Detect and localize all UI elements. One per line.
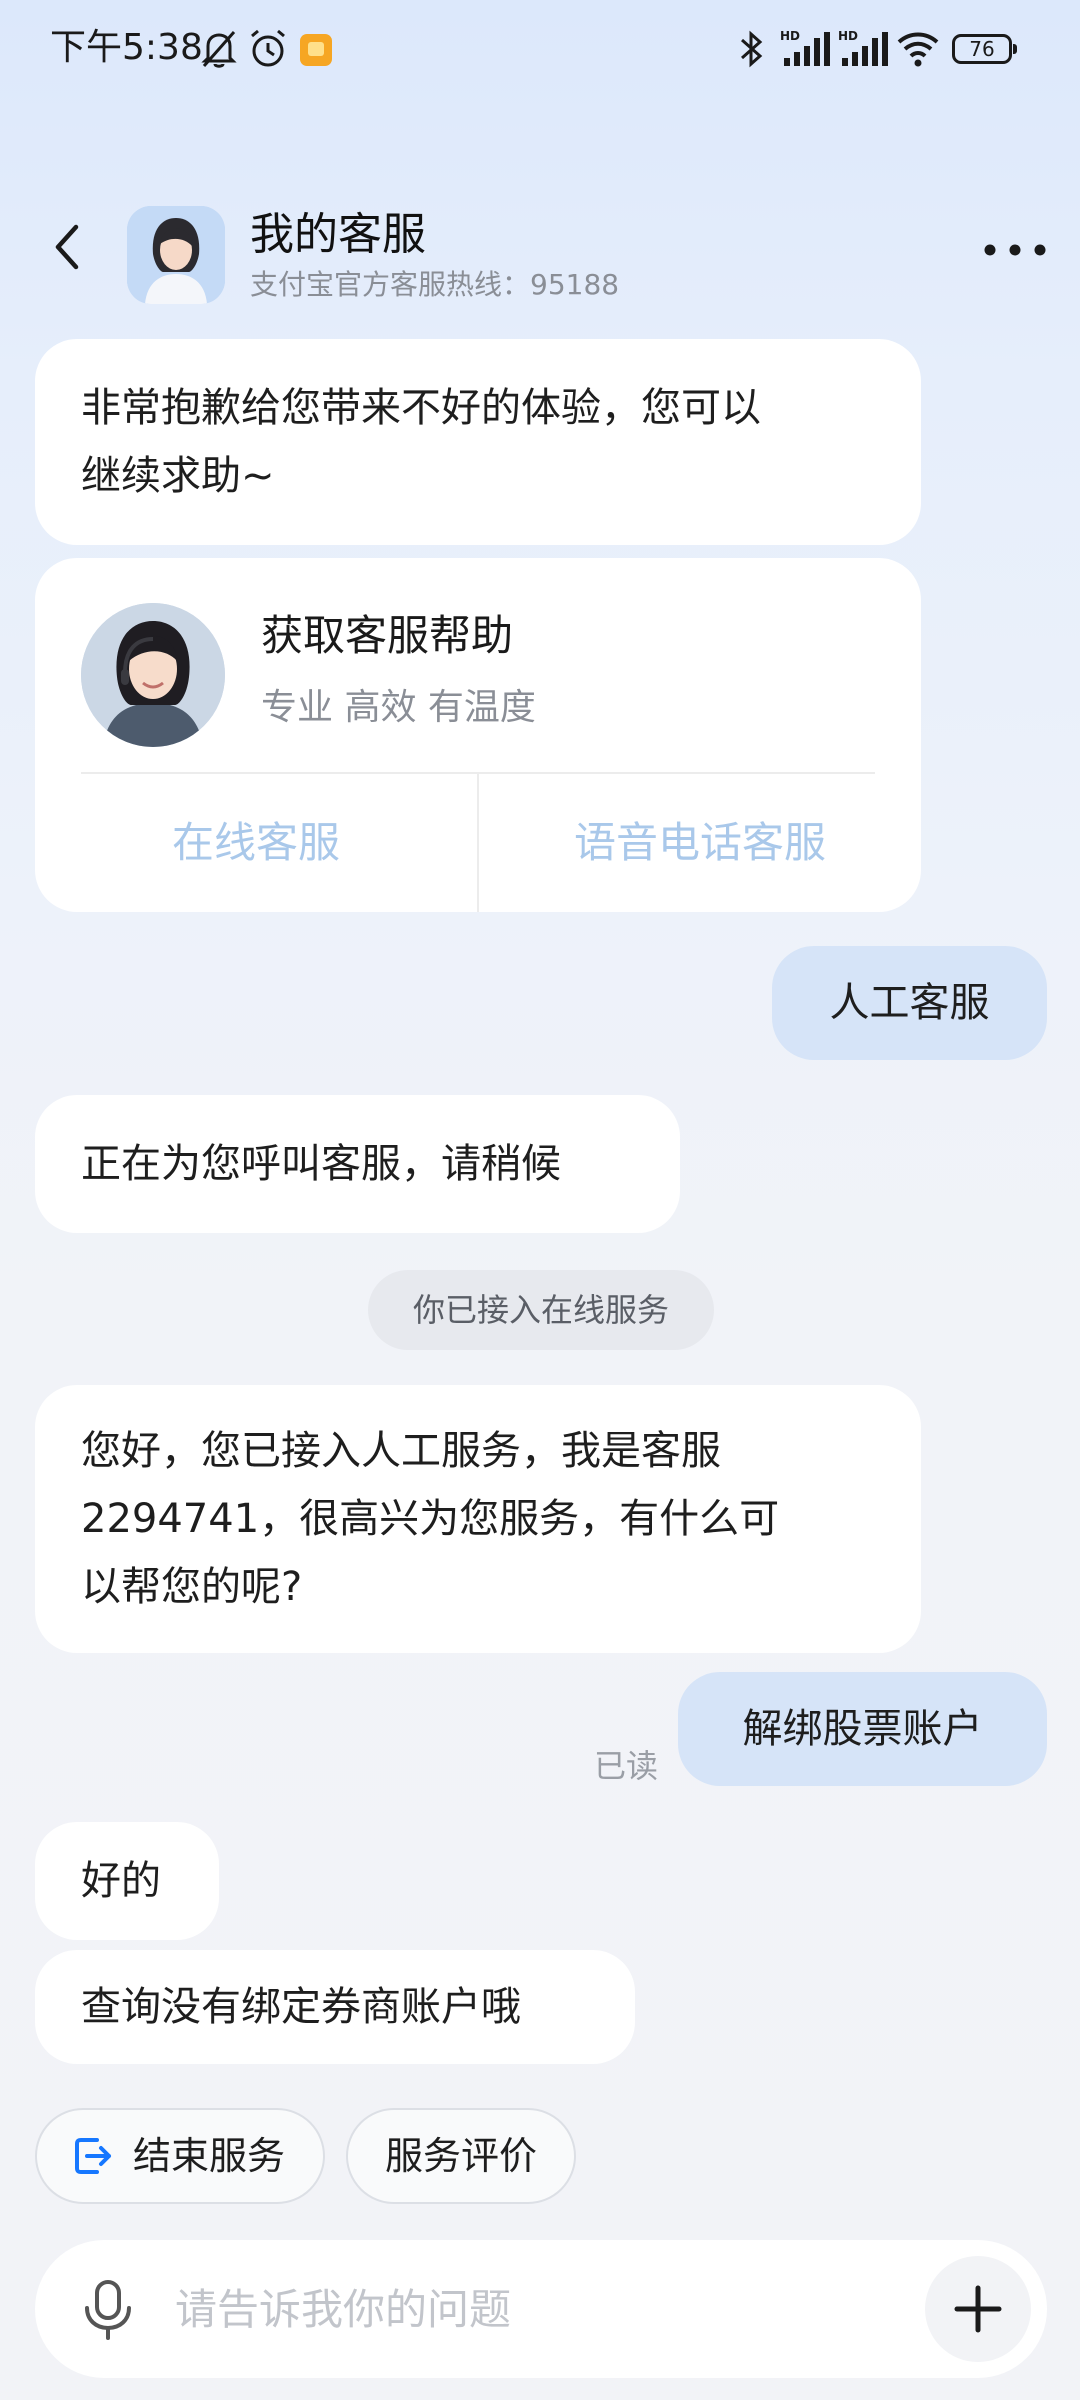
message-text: 正在为您呼叫客服，请稍候	[81, 1141, 561, 1187]
message-line: 非常抱歉给您带来不好的体验，您可以	[81, 385, 761, 431]
agent-message-bubble: 您好，您已接入人工服务，我是客服 2294741，很高兴为您服务，有什么可 以帮…	[35, 1385, 921, 1653]
signal-1-icon: HD	[780, 29, 830, 66]
svg-text:HD: HD	[838, 29, 858, 43]
message-text: 查询没有绑定券商账户哦	[81, 1984, 521, 2030]
alarm-icon	[251, 29, 285, 67]
agent-message-bubble: 非常抱歉给您带来不好的体验，您可以 继续求助~	[35, 339, 921, 545]
mute-bell-icon	[201, 31, 237, 68]
notification-app-icon	[300, 34, 332, 66]
status-time: 下午5:38	[50, 27, 203, 68]
end-service-button[interactable]: 结束服务	[35, 2108, 325, 2204]
wifi-icon	[897, 32, 939, 67]
add-attachment-button[interactable]	[925, 2256, 1031, 2362]
microphone-button[interactable]	[75, 2276, 141, 2342]
rate-service-label: 服务评价	[384, 2134, 537, 2178]
help-card-subtitle: 专业 高效 有温度	[261, 687, 536, 728]
more-options-button[interactable]	[980, 235, 1050, 265]
battery-indicator: 76	[952, 34, 1017, 64]
chat-title: 我的客服	[250, 209, 426, 260]
voice-call-support-button[interactable]: 语音电话客服	[479, 774, 921, 912]
bluetooth-icon	[741, 30, 763, 68]
status-bar: 下午5:38 HD HD 76	[0, 0, 1080, 100]
user-message-bubble: 人工客服	[772, 946, 1047, 1060]
hotline-subtitle: 支付宝官方客服热线：95188	[250, 268, 620, 301]
message-text: 人工客服	[829, 980, 990, 1026]
message-input-bar: 请告诉我你的问题	[35, 2240, 1047, 2378]
message-input[interactable]: 请告诉我你的问题	[175, 2282, 511, 2338]
agent-message-bubble: 查询没有绑定券商账户哦	[35, 1950, 635, 2064]
support-agent-avatar	[81, 603, 225, 747]
signal-2-icon: HD	[838, 29, 888, 66]
back-button[interactable]	[40, 217, 100, 277]
message-text: 解绑股票账户	[742, 1706, 983, 1752]
message-line: 以帮您的呢?	[81, 1564, 303, 1610]
exit-icon	[75, 2138, 111, 2174]
message-line: 继续求助~	[81, 453, 275, 499]
help-card-title: 获取客服帮助	[261, 611, 514, 660]
rate-service-button[interactable]: 服务评价	[346, 2108, 576, 2204]
help-card: 获取客服帮助 专业 高效 有温度 在线客服 语音电话客服	[35, 558, 921, 912]
plus-icon	[954, 2285, 1002, 2333]
svg-text:HD: HD	[780, 29, 800, 43]
online-support-button[interactable]: 在线客服	[35, 774, 477, 912]
assistant-avatar[interactable]	[127, 206, 225, 304]
message-text: 好的	[81, 1858, 161, 1904]
avatar-portrait-icon	[127, 206, 225, 304]
agent-message-bubble: 好的	[35, 1822, 219, 1940]
message-line: 您好，您已接入人工服务，我是客服	[81, 1428, 721, 1474]
message-line: 2294741，很高兴为您服务，有什么可	[81, 1496, 780, 1542]
agent-portrait-icon	[81, 603, 225, 747]
chat-header: 我的客服 支付宝官方客服热线：95188	[0, 195, 1080, 310]
agent-message-bubble: 正在为您呼叫客服，请稍候	[35, 1095, 680, 1233]
read-receipt: 已读	[594, 1747, 659, 1785]
system-notice: 你已接入在线服务	[368, 1270, 714, 1350]
end-service-label: 结束服务	[133, 2134, 286, 2178]
user-message-bubble: 解绑股票账户	[678, 1672, 1047, 1786]
